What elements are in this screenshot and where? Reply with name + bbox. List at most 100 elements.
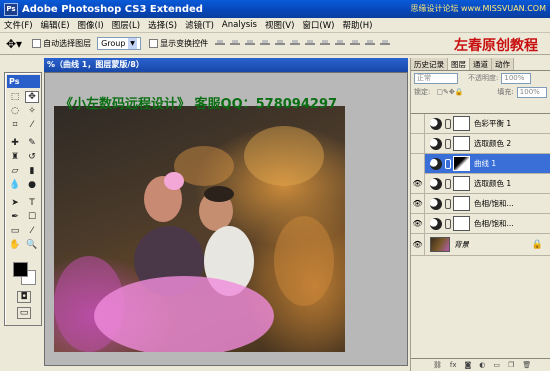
distribute-hcenter-icon[interactable] — [364, 37, 377, 50]
document-title-bar[interactable]: %（曲线 1，图层蒙版/8） — [44, 58, 408, 72]
layer-row[interactable]: 👁 色相/饱和... — [411, 213, 550, 234]
chain-link-icon[interactable] — [445, 138, 451, 149]
folder-icon[interactable]: ▭ — [493, 361, 500, 369]
quick-mask-icon[interactable]: ◘ — [17, 291, 31, 303]
layer-name: 色相/饱和... — [474, 219, 514, 228]
marquee-tool-icon[interactable]: ⬚ — [8, 91, 22, 103]
auto-select-checkbox[interactable] — [32, 39, 42, 48]
distribute-bottom-icon[interactable] — [334, 37, 347, 50]
fx-icon[interactable]: fx — [450, 361, 457, 369]
blend-mode-dropdown[interactable]: 正常 — [414, 72, 458, 84]
lock-icons[interactable]: ▢✎✥🔒 — [436, 88, 463, 96]
zoom-tool-icon[interactable]: 🔍 — [25, 239, 39, 251]
gradient-tool-icon[interactable]: ▮ — [25, 165, 39, 177]
auto-select-dropdown[interactable]: Group ▼ — [97, 37, 142, 50]
tab-layers[interactable]: 图层 — [448, 58, 470, 70]
eye-icon[interactable]: 👁 — [411, 173, 425, 194]
distribute-right-icon[interactable] — [379, 37, 392, 50]
path-selection-icon[interactable]: ➤ — [8, 197, 22, 209]
chain-link-icon[interactable] — [445, 198, 451, 209]
menu-bar: 文件(F) 编辑(E) 图像(I) 图层(L) 选择(S) 滤镜(T) Anal… — [0, 18, 550, 33]
eye-icon[interactable]: 👁 — [411, 193, 425, 214]
opacity-input[interactable]: 100% — [501, 72, 532, 84]
photo-canvas[interactable] — [54, 106, 345, 352]
align-top-icon[interactable] — [214, 37, 227, 50]
healing-brush-icon[interactable]: ✚ — [8, 137, 22, 149]
align-right-icon[interactable] — [289, 37, 302, 50]
align-vcenter-icon[interactable] — [229, 37, 242, 50]
chain-link-icon[interactable] — [445, 218, 451, 229]
visibility-toggle[interactable] — [411, 133, 425, 154]
crop-tool-icon[interactable]: ⌗ — [8, 119, 22, 131]
tab-history[interactable]: 历史记录 — [411, 58, 448, 70]
distribute-left-icon[interactable] — [349, 37, 362, 50]
brush-tool-icon[interactable]: ✎ — [25, 137, 39, 149]
chain-link-icon[interactable] — [445, 118, 451, 129]
chain-link-icon[interactable] — [445, 158, 451, 169]
tab-channels[interactable]: 通道 — [470, 58, 492, 70]
chain-link-icon[interactable] — [445, 178, 451, 189]
dodge-tool-icon[interactable]: ● — [25, 179, 39, 191]
layer-row-background[interactable]: 👁 背景 🔒 — [411, 233, 550, 256]
layer-name: 选取颜色 2 — [474, 139, 512, 148]
layer-row[interactable]: 选取颜色 2 — [411, 133, 550, 154]
screen-mode-icon[interactable]: ▭ — [17, 307, 31, 319]
layer-mask-thumbnail[interactable] — [453, 176, 470, 191]
align-bottom-icon[interactable] — [244, 37, 257, 50]
eyedropper-icon[interactable]: ⁄ — [25, 225, 39, 237]
visibility-toggle[interactable] — [411, 153, 425, 174]
slice-tool-icon[interactable]: ⁄ — [25, 119, 39, 131]
align-hcenter-icon[interactable] — [274, 37, 287, 50]
pen-tool-icon[interactable]: ✒ — [8, 211, 22, 223]
type-tool-icon[interactable]: T — [25, 197, 39, 209]
panel-tabs: 历史记录 图层 通道 动作 — [411, 58, 550, 71]
menu-select[interactable]: 选择(S) — [148, 19, 177, 31]
layer-row[interactable]: 👁 色相/饱和... — [411, 193, 550, 214]
magic-wand-tool-icon[interactable]: ✧ — [25, 105, 39, 117]
layer-mask-thumbnail[interactable] — [453, 136, 470, 151]
layer-mask-thumbnail[interactable] — [453, 116, 470, 131]
hand-tool-icon[interactable]: ✋ — [8, 239, 22, 251]
eraser-tool-icon[interactable]: ▱ — [8, 165, 22, 177]
menu-image[interactable]: 图像(I) — [78, 19, 104, 31]
adjustment-icon[interactable]: ◐ — [479, 361, 485, 369]
lasso-tool-icon[interactable]: ◌ — [8, 105, 22, 117]
new-layer-icon[interactable]: ❐ — [508, 361, 514, 369]
link-icon[interactable]: ⛓ — [433, 361, 442, 369]
tab-actions[interactable]: 动作 — [492, 58, 514, 70]
layer-mask-thumbnail[interactable] — [453, 156, 470, 171]
auto-select-label: 自动选择图层 — [43, 39, 92, 48]
shape-tool-icon[interactable]: ☐ — [25, 211, 39, 223]
menu-edit[interactable]: 编辑(E) — [41, 19, 70, 31]
distribute-vcenter-icon[interactable] — [319, 37, 332, 50]
blur-tool-icon[interactable]: 💧 — [8, 179, 22, 191]
layer-row[interactable]: 👁 选取颜色 1 — [411, 173, 550, 194]
eye-icon[interactable]: 👁 — [411, 233, 425, 256]
history-brush-icon[interactable]: ↺ — [25, 151, 39, 163]
menu-window[interactable]: 窗口(W) — [302, 19, 334, 31]
notes-tool-icon[interactable]: ▭ — [8, 225, 22, 237]
menu-help[interactable]: 帮助(H) — [342, 19, 372, 31]
menu-analysis[interactable]: Analysis — [222, 20, 257, 30]
move-tool-preset-icon[interactable]: ✥▾ — [6, 37, 22, 51]
distribute-top-icon[interactable] — [304, 37, 317, 50]
show-transform-checkbox[interactable] — [149, 39, 159, 48]
visibility-toggle[interactable] — [411, 113, 425, 134]
canvas-area[interactable] — [44, 72, 408, 366]
menu-view[interactable]: 视图(V) — [265, 19, 294, 31]
layer-mask-thumbnail[interactable] — [453, 216, 470, 231]
eye-icon[interactable]: 👁 — [411, 213, 425, 234]
fill-input[interactable]: 100% — [516, 86, 547, 98]
foreground-color-swatch[interactable] — [13, 262, 28, 277]
menu-file[interactable]: 文件(F) — [4, 19, 33, 31]
menu-filter[interactable]: 滤镜(T) — [185, 19, 214, 31]
layer-mask-thumbnail[interactable] — [453, 196, 470, 211]
mask-icon[interactable]: ◙ — [465, 361, 472, 369]
layer-row-selected[interactable]: 曲线 1 — [411, 153, 550, 174]
layer-row[interactable]: 色彩平衡 1 — [411, 113, 550, 134]
align-left-icon[interactable] — [259, 37, 272, 50]
trash-icon[interactable]: 🗑 — [522, 361, 531, 369]
clone-stamp-icon[interactable]: ♜ — [8, 151, 22, 163]
menu-layer[interactable]: 图层(L) — [112, 19, 140, 31]
move-tool-icon[interactable]: ✥ — [25, 91, 39, 103]
